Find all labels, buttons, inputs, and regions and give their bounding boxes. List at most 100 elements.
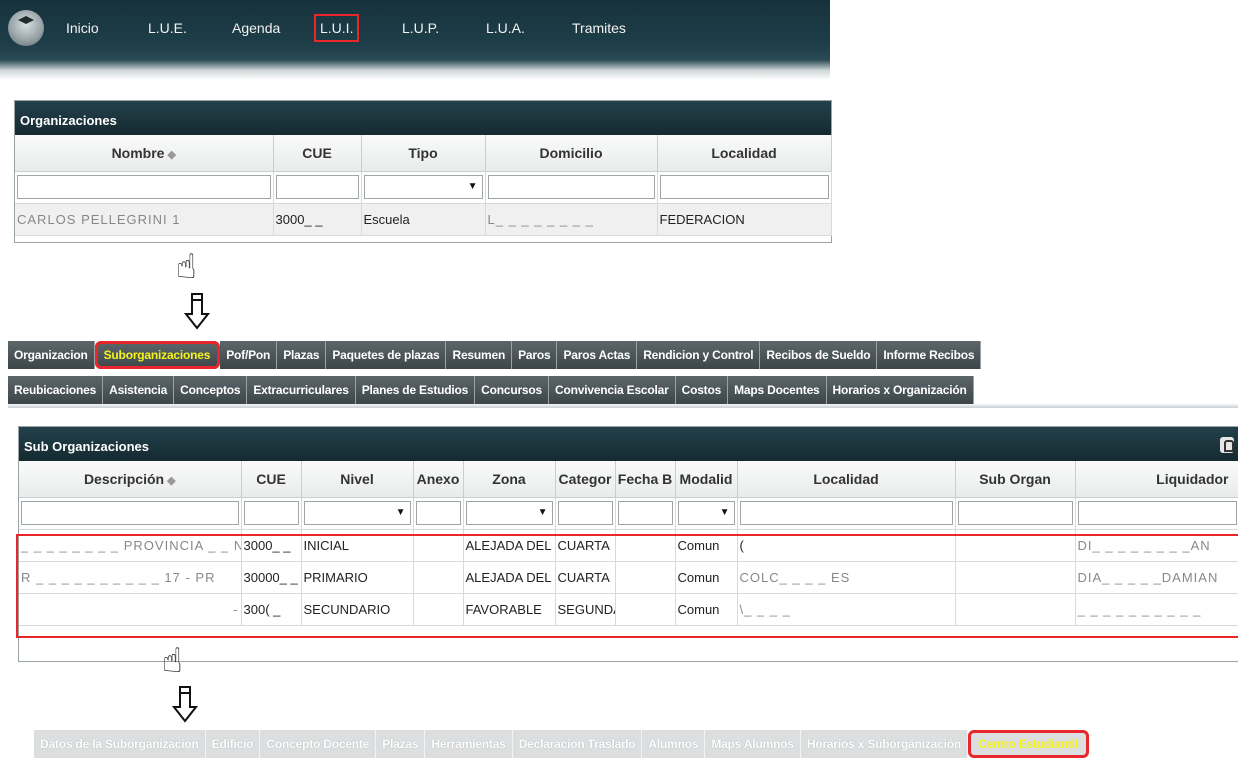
tab-plazas[interactable]: Plazas: [277, 341, 327, 369]
tab-asistencia[interactable]: Asistencia: [103, 376, 175, 404]
down-arrow-icon: [184, 293, 210, 330]
tab-convivencia-escolar[interactable]: Convivencia Escolar: [549, 376, 676, 404]
tab-herramientas[interactable]: Herramientas: [425, 730, 513, 758]
print-icon[interactable]: [1220, 437, 1234, 453]
cell-nivel: SECUNDARIO: [301, 593, 414, 626]
tab-pof-pon[interactable]: Pof/Pon: [220, 341, 278, 369]
tab-recibos-de-sueldo[interactable]: Recibos de Sueldo: [760, 341, 878, 369]
tab-horarios-x-organizacion[interactable]: Horarios x Organización: [826, 376, 974, 404]
col-header-tipo[interactable]: Tipo: [361, 135, 486, 172]
col-header-nombre[interactable]: Nombre ◆: [15, 135, 274, 172]
tab-datos-de-la-suborganizacion[interactable]: Datos de la Suborganizacion: [34, 730, 206, 758]
tab-maps-alumnos[interactable]: Maps Alumnos: [705, 730, 801, 758]
cell-cue: 30000_ _: [241, 561, 302, 594]
tab-paquetes-de-plazas[interactable]: Paquetes de plazas: [326, 341, 447, 369]
col-header-localidad[interactable]: Localidad: [657, 135, 832, 172]
filter-descripcion-input[interactable]: [21, 501, 239, 525]
filter-cue-input[interactable]: [243, 501, 299, 525]
col-header-fecha-b[interactable]: Fecha B: [615, 461, 676, 498]
filter-modalidad-select[interactable]: [677, 501, 735, 525]
tab-concepto-docente[interactable]: Concepto Docente: [260, 730, 377, 758]
col-header-localidad[interactable]: Localidad: [737, 461, 956, 498]
nav-lua[interactable]: L.U.A.: [486, 20, 525, 36]
tab-concursos[interactable]: Concursos: [475, 376, 550, 404]
filter-categoria-input[interactable]: [557, 501, 613, 525]
tab-paros-actas[interactable]: Paros Actas: [557, 341, 638, 369]
table-row[interactable]: _ _ _ _ _ _ _ _ PROVINCIA _ _ NI 3000_ _…: [19, 529, 1238, 562]
filter-liquidador-input[interactable]: [1077, 501, 1237, 525]
nav-lui[interactable]: L.U.I.: [313, 14, 360, 42]
suborganizaciones-panel: Sub Organizaciones Descripción ◆ CUE Nive…: [18, 426, 1238, 662]
cell-nombre: CARLOS PELLEGRINI 1: [15, 203, 274, 236]
cell-modalidad: Comun: [675, 593, 738, 626]
filter-nombre-input[interactable]: [17, 175, 271, 199]
table-row[interactable]: CARLOS PELLEGRINI 1 3000_ _ Escuela L_ _…: [15, 203, 832, 236]
filter-zona-select[interactable]: [465, 501, 553, 525]
cell-modalidad: Comun: [675, 561, 738, 594]
filter-sub-organ-input[interactable]: [957, 501, 1073, 525]
cell-categoria: SEGUNDA: [555, 593, 616, 626]
filter-domicilio-input[interactable]: [487, 175, 655, 199]
filter-tipo-select[interactable]: [363, 175, 483, 199]
tab-rendicion-y-control[interactable]: Rendicion y Control: [637, 341, 761, 369]
col-header-cue[interactable]: CUE: [241, 461, 302, 498]
tab-conceptos[interactable]: Conceptos: [174, 376, 248, 404]
cell-anexo: [413, 561, 464, 594]
col-header-anexo[interactable]: Anexo: [413, 461, 464, 498]
cell-categoria: CUARTA: [555, 561, 616, 594]
tab-paros[interactable]: Paros: [512, 341, 558, 369]
tab-edificio[interactable]: Edificio: [205, 730, 261, 758]
tab-costos[interactable]: Costos: [675, 376, 729, 404]
cell-localidad: \_ _ _ _: [737, 593, 956, 626]
tab-planes-de-estudios[interactable]: Planes de Estudios: [355, 376, 476, 404]
col-header-categoria[interactable]: Categor: [555, 461, 616, 498]
filter-localidad-input[interactable]: [659, 175, 829, 199]
cell-sub-organ: [955, 529, 1076, 562]
filter-anexo-input[interactable]: [415, 501, 461, 525]
filter-fecha-b-input[interactable]: [617, 501, 673, 525]
col-header-modalidad[interactable]: Modalid: [675, 461, 738, 498]
col-header-nivel[interactable]: Nivel: [301, 461, 414, 498]
cell-zona: ALEJADA DEL R: [463, 561, 556, 594]
nav-lue[interactable]: L.U.E.: [148, 20, 187, 36]
suborg-tabbar: Datos de la Suborganizacion Edificio Con…: [34, 730, 1089, 758]
nav-tramites[interactable]: Tramites: [572, 20, 626, 36]
cell-descripcion: -: [19, 593, 242, 626]
table-row[interactable]: - 300( _ SECUNDARIO FAVORABLE SEGUNDA Co…: [19, 593, 1238, 626]
tab-maps-docentes[interactable]: Maps Docentes: [728, 376, 827, 404]
col-header-sub-organ[interactable]: Sub Organ: [955, 461, 1076, 498]
cell-anexo: [413, 529, 464, 562]
tab-organizacion[interactable]: Organizacion: [8, 341, 95, 369]
table-row[interactable]: R _ _ _ _ _ _ _ _ _ _ 17 - PR 30000_ _ P…: [19, 561, 1238, 594]
tab-resumen[interactable]: Resumen: [446, 341, 513, 369]
down-arrow-icon: [172, 686, 198, 723]
cell-sub-organ: [955, 593, 1076, 626]
nav-inicio[interactable]: Inicio: [66, 20, 99, 36]
tab-plazas[interactable]: Plazas: [376, 730, 426, 758]
col-header-cue[interactable]: CUE: [273, 135, 362, 172]
filter-cue-input[interactable]: [275, 175, 359, 199]
tab-alumnos[interactable]: Alumnos: [642, 730, 706, 758]
col-header-liquidador[interactable]: Liquidador: [1075, 461, 1238, 498]
tab-declaracion-traslado[interactable]: Declaracion Traslado: [512, 730, 643, 758]
tab-reubicaciones[interactable]: Reubicaciones: [8, 376, 104, 404]
col-header-zona[interactable]: Zona: [463, 461, 556, 498]
cell-cue: 3000_ _: [273, 203, 362, 236]
tab-informe-recibos[interactable]: Informe Recibos: [877, 341, 982, 369]
tab-suborganizaciones[interactable]: Suborganizaciones: [94, 341, 221, 369]
filter-localidad-input[interactable]: [739, 501, 953, 525]
cell-zona: FAVORABLE: [463, 593, 556, 626]
nav-lup[interactable]: L.U.P.: [402, 20, 439, 36]
cell-fecha-b: [615, 593, 676, 626]
col-header-domicilio[interactable]: Domicilio: [485, 135, 658, 172]
col-header-descripcion[interactable]: Descripción ◆: [19, 461, 242, 498]
hand-pointer-icon: ☝: [162, 641, 183, 681]
tab-horarios-x-suborganizacion[interactable]: Horarios x Suborganización: [800, 730, 969, 758]
tab-centro-estudiantil[interactable]: Centro Estudiantil: [968, 730, 1089, 758]
sort-icon: ◆: [167, 148, 176, 161]
filter-nivel-select[interactable]: [303, 501, 411, 525]
tab-extracurriculares[interactable]: Extracurriculares: [247, 376, 356, 404]
organizaciones-grid: Nombre◆ CUE Tipo Domicilio Localidad CAR…: [15, 135, 832, 236]
nav-agenda[interactable]: Agenda: [232, 20, 280, 36]
app-logo-icon[interactable]: [8, 10, 44, 46]
